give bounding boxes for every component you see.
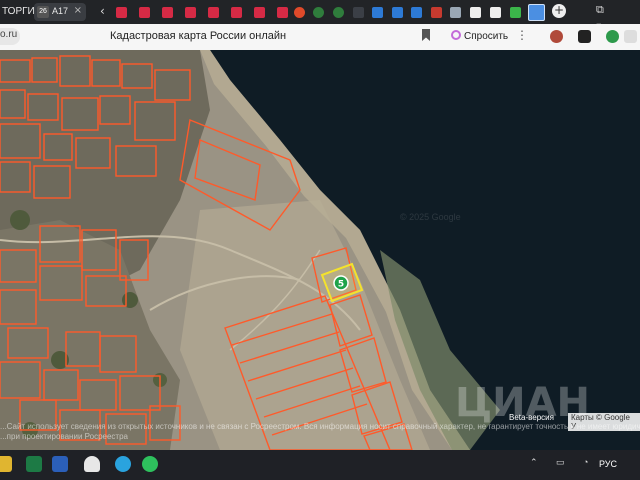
tab-favicon-7[interactable] bbox=[254, 7, 265, 18]
beta-label: Beta-версия bbox=[509, 413, 554, 422]
tab-favicon-13[interactable] bbox=[372, 7, 383, 18]
folder-app-icon[interactable] bbox=[0, 456, 12, 472]
browser-tab-strip: ТОРГИ 26 A17 × ‹ + ⧉ – bbox=[0, 0, 640, 30]
tab-favicon-4[interactable] bbox=[185, 7, 196, 18]
active-tab-label: A17 bbox=[52, 6, 69, 16]
parcel-marker-label: 5 bbox=[338, 280, 344, 290]
extension-icon-3[interactable] bbox=[606, 30, 619, 43]
ask-ai-label: Спросить bbox=[464, 31, 509, 42]
telegram-app-icon[interactable] bbox=[115, 456, 131, 472]
file-app-icon[interactable] bbox=[84, 456, 100, 472]
tab-favicon-12[interactable] bbox=[353, 7, 364, 18]
tab-counter-badge: 26 bbox=[37, 6, 49, 18]
tab-favicon-1[interactable] bbox=[116, 7, 127, 18]
tab-favicon-19[interactable] bbox=[490, 7, 501, 18]
tab-favicon-16[interactable] bbox=[431, 7, 442, 18]
ask-ai-button[interactable]: Спросить bbox=[448, 28, 511, 45]
input-language[interactable]: РУС bbox=[599, 459, 617, 469]
tab-favicon-2[interactable] bbox=[139, 7, 150, 18]
tab-favicon-5[interactable] bbox=[208, 7, 219, 18]
disclaimer-line-1: ...Сайт использует сведения из открытых … bbox=[0, 422, 640, 431]
tab-favicon-18[interactable] bbox=[470, 7, 481, 18]
tab-favicon-20[interactable] bbox=[510, 7, 521, 18]
tab-favicon-3[interactable] bbox=[162, 7, 173, 18]
active-tab[interactable]: 26 A17 × bbox=[34, 3, 86, 21]
back-arrow-icon[interactable]: ‹ bbox=[100, 4, 105, 18]
excel-app-icon[interactable] bbox=[26, 456, 42, 472]
system-tray-icons[interactable]: ⌃ ▭ ◔ bbox=[530, 457, 596, 468]
tab-favicon-active[interactable] bbox=[528, 4, 545, 21]
tab-torgi[interactable]: ТОРГИ bbox=[2, 6, 35, 17]
tab-favicon-15[interactable] bbox=[411, 7, 422, 18]
tab-favicon-8[interactable] bbox=[277, 7, 288, 18]
more-menu-icon[interactable]: ⋮ bbox=[516, 28, 528, 42]
new-tab-button[interactable]: + bbox=[552, 4, 566, 18]
extension-icon-2[interactable] bbox=[578, 30, 591, 43]
disclaimer-line-2: ...при проектировании Росреестра bbox=[0, 432, 128, 441]
word-app-icon[interactable] bbox=[52, 456, 68, 472]
address-bar-row: o.ru Кадастровая карта России онлайн Спр… bbox=[0, 24, 640, 51]
tab-favicon-9[interactable] bbox=[294, 7, 305, 18]
extension-icon-1[interactable] bbox=[550, 30, 563, 43]
extension-icon-4[interactable] bbox=[624, 30, 637, 43]
alice-icon bbox=[451, 30, 461, 40]
url-text[interactable]: o.ru bbox=[0, 29, 17, 40]
page-title: Кадастровая карта России онлайн bbox=[110, 30, 287, 42]
tab-favicon-14[interactable] bbox=[392, 7, 403, 18]
tab-favicon-6[interactable] bbox=[231, 7, 242, 18]
imagery-watermark: © 2025 Google bbox=[400, 212, 461, 222]
map-copyright-text: Карты © Google bbox=[571, 413, 630, 422]
map-disclaimer: ...Сайт использует сведения из открытых … bbox=[0, 422, 640, 444]
whatsapp-app-icon[interactable] bbox=[142, 456, 158, 472]
tab-favicon-10[interactable] bbox=[313, 7, 324, 18]
tab-favicon-11[interactable] bbox=[333, 7, 344, 18]
close-tab-icon[interactable]: × bbox=[74, 5, 82, 16]
tab-favicon-17[interactable] bbox=[450, 7, 461, 18]
bookmark-icon[interactable] bbox=[422, 29, 430, 41]
